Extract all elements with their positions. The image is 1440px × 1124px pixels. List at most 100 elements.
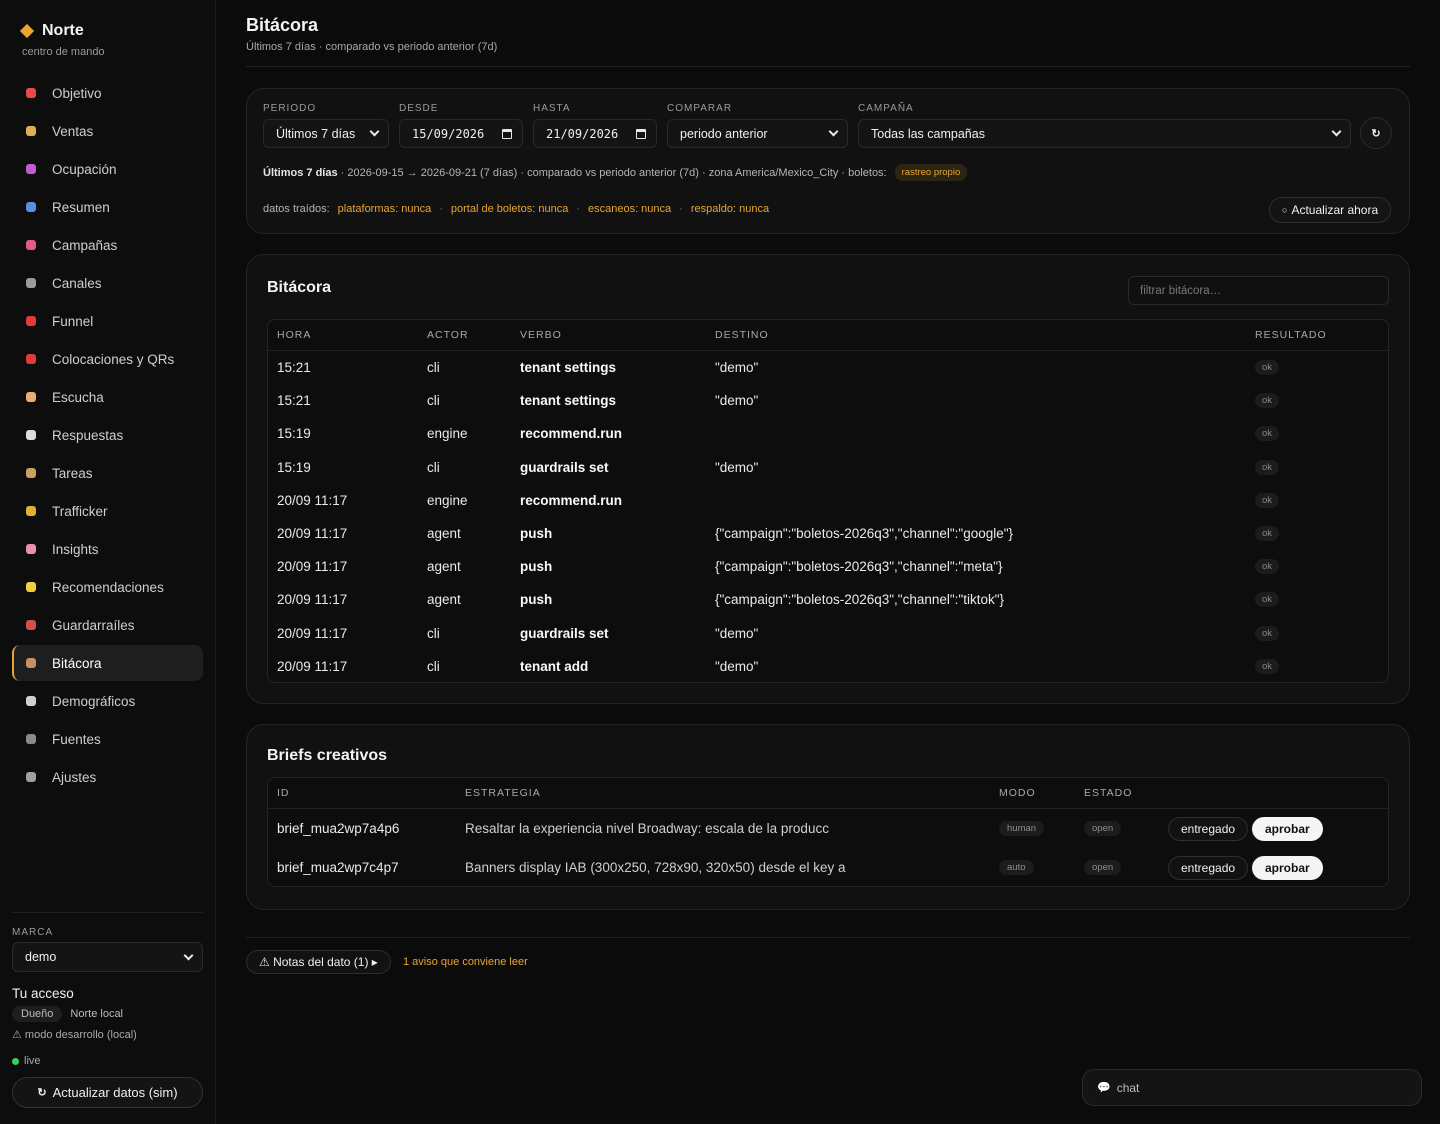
sidebar-item-label: Ocupación bbox=[52, 161, 117, 177]
col-hora: HORA bbox=[277, 329, 312, 341]
delivered-button[interactable]: entregado bbox=[1168, 855, 1249, 880]
sidebar-item-guardarraíles[interactable]: Guardarraíles bbox=[12, 607, 203, 643]
chevron-down-icon bbox=[828, 126, 839, 137]
separator: · bbox=[439, 203, 443, 215]
sidebar-item-canales[interactable]: Canales bbox=[12, 265, 203, 301]
table-row: 20/09 11:17 agent push {"campaign":"boletos… bbox=[268, 517, 1388, 550]
refresh-data-button[interactable]: ↻ Actualizar datos (sim) bbox=[12, 1077, 203, 1108]
compass-icon bbox=[24, 694, 38, 708]
cell-destino: "demo" bbox=[715, 625, 759, 641]
cell-destino: "demo" bbox=[715, 360, 759, 376]
cell-destino: {"campaign":"boletos-2026q3","channel":"… bbox=[715, 559, 1003, 575]
gear-icon bbox=[24, 770, 38, 784]
briefs-card: Briefs creativos ID ESTRATEGIA MODO ESTA… bbox=[246, 724, 1410, 910]
chat-input[interactable]: 💬 chat bbox=[1082, 1069, 1422, 1106]
hasta-date-input[interactable]: 21/09/2026 bbox=[533, 119, 657, 148]
approve-button[interactable]: aprobar bbox=[1252, 855, 1323, 880]
reload-button[interactable]: ↻ bbox=[1360, 117, 1392, 149]
sidebar-item-funnel[interactable]: Funnel bbox=[12, 303, 203, 339]
desde-date-input[interactable]: 15/09/2026 bbox=[399, 119, 523, 148]
sidebar-item-recomendaciones[interactable]: Recomendaciones bbox=[12, 569, 203, 605]
campana-label: CAMPAÑA bbox=[858, 103, 914, 114]
sidebar-item-colocaciones-y-qrs[interactable]: Colocaciones y QRs bbox=[12, 341, 203, 377]
periodo-value: Últimos 7 días bbox=[276, 126, 356, 141]
campana-select[interactable]: Todas las campañas bbox=[858, 119, 1351, 148]
delivered-button[interactable]: entregado bbox=[1168, 816, 1249, 841]
sidebar-item-label: Campañas bbox=[52, 237, 118, 253]
cell-hora: 15:21 bbox=[277, 360, 311, 376]
sidebar-item-escucha[interactable]: Escucha bbox=[12, 379, 203, 415]
chevron-down-icon bbox=[369, 126, 380, 137]
sidebar-item-bitácora[interactable]: Bitácora bbox=[12, 645, 203, 681]
cell-verbo: tenant add bbox=[520, 658, 589, 674]
sidebar-item-insights[interactable]: Insights bbox=[12, 531, 203, 567]
result-badge: ok bbox=[1255, 526, 1280, 542]
summary-details: · 2026-09-15 → 2026-09-21 (7 días) · com… bbox=[337, 166, 887, 179]
brain-icon bbox=[24, 542, 38, 556]
calendar-icon[interactable] bbox=[502, 128, 512, 139]
sidebar-item-trafficker[interactable]: Trafficker bbox=[12, 493, 203, 529]
sidebar-item-label: Insights bbox=[52, 541, 99, 557]
sidebar-item-fuentes[interactable]: Fuentes bbox=[12, 721, 203, 757]
comparar-value: periodo anterior bbox=[680, 126, 768, 141]
col-estrategia: ESTRATEGIA bbox=[465, 787, 541, 799]
sidebar-item-demográficos[interactable]: Demográficos bbox=[12, 683, 203, 719]
log-table: HORA ACTOR VERBO DESTINO RESULTADO 15:21… bbox=[267, 319, 1389, 683]
comparar-select[interactable]: periodo anterior bbox=[667, 119, 848, 148]
sidebar-item-objetivo[interactable]: Objetivo bbox=[12, 75, 203, 111]
log-filter-input[interactable] bbox=[1128, 276, 1389, 305]
brand-select[interactable]: demo bbox=[12, 942, 203, 972]
sidebar-item-tareas[interactable]: Tareas bbox=[12, 455, 203, 491]
divider bbox=[246, 66, 1410, 67]
data-sources: datos traídos: plataformas: nunca · port… bbox=[263, 203, 769, 215]
live-status: live bbox=[12, 1055, 203, 1067]
sidebar-item-label: Recomendaciones bbox=[52, 579, 164, 595]
target-icon bbox=[24, 86, 38, 100]
funnel-icon bbox=[24, 314, 38, 328]
satellite-icon bbox=[24, 276, 38, 290]
cell-hora: 15:21 bbox=[277, 393, 311, 409]
role-badge: Dueño bbox=[12, 1006, 63, 1022]
result-badge: ok bbox=[1255, 559, 1280, 575]
money-bag-icon bbox=[24, 124, 38, 138]
col-modo: MODO bbox=[999, 787, 1036, 799]
table-row: 15:19 cli guardrails set "demo" ok bbox=[268, 451, 1388, 484]
refresh-icon: ↻ bbox=[37, 1087, 47, 1099]
sidebar-item-ajustes[interactable]: Ajustes bbox=[12, 759, 203, 795]
pin-icon bbox=[24, 352, 38, 366]
sidebar-item-resumen[interactable]: Resumen bbox=[12, 189, 203, 225]
campana-value: Todas las campañas bbox=[871, 126, 985, 141]
periodo-select[interactable]: Últimos 7 días bbox=[263, 119, 389, 148]
cell-destino: {"campaign":"boletos-2026q3","channel":"… bbox=[715, 592, 1005, 608]
cell-actor: agent bbox=[427, 526, 461, 542]
approve-button[interactable]: aprobar bbox=[1252, 816, 1323, 841]
data-notes-button[interactable]: ⚠ Notas del dato (1) ▸ bbox=[246, 950, 391, 974]
cell-actor: agent bbox=[427, 559, 461, 575]
refresh-data-label: Actualizar datos (sim) bbox=[52, 1085, 178, 1100]
briefs-table-header: ID ESTRATEGIA MODO ESTADO bbox=[268, 778, 1388, 809]
sidebar-item-label: Escucha bbox=[52, 389, 104, 405]
col-id: ID bbox=[277, 787, 290, 799]
sidebar-item-respuestas[interactable]: Respuestas bbox=[12, 417, 203, 453]
source-escaneos: escaneos: nunca bbox=[587, 203, 672, 215]
result-badge: ok bbox=[1255, 492, 1280, 508]
sidebar-item-campañas[interactable]: Campañas bbox=[12, 227, 203, 263]
table-row: brief_mua2wp7c4p7 Banners display IAB (30… bbox=[268, 848, 1388, 887]
calendar-icon[interactable] bbox=[636, 128, 646, 139]
status-badge: open bbox=[1084, 821, 1122, 836]
sidebar-item-ocupación[interactable]: Ocupación bbox=[12, 151, 203, 187]
periodo-label: PERIODO bbox=[263, 103, 317, 114]
sidebar-item-label: Demográficos bbox=[52, 693, 136, 709]
sidebar-item-ventas[interactable]: Ventas bbox=[12, 113, 203, 149]
result-badge: ok bbox=[1255, 658, 1280, 674]
hasta-value: 21/09/2026 bbox=[546, 126, 619, 141]
update-now-button[interactable]: ○ Actualizar ahora bbox=[1269, 197, 1392, 223]
traffic-light-icon bbox=[24, 504, 38, 518]
col-estado: ESTADO bbox=[1084, 787, 1133, 799]
cell-destino: "demo" bbox=[715, 393, 759, 409]
cell-verbo: push bbox=[520, 526, 553, 542]
source-portal: portal de boletos: nunca bbox=[450, 203, 569, 215]
live-label: live bbox=[24, 1055, 41, 1067]
chat-bubble-icon: 💬 bbox=[1097, 1082, 1111, 1094]
sidebar-item-label: Fuentes bbox=[52, 731, 101, 747]
